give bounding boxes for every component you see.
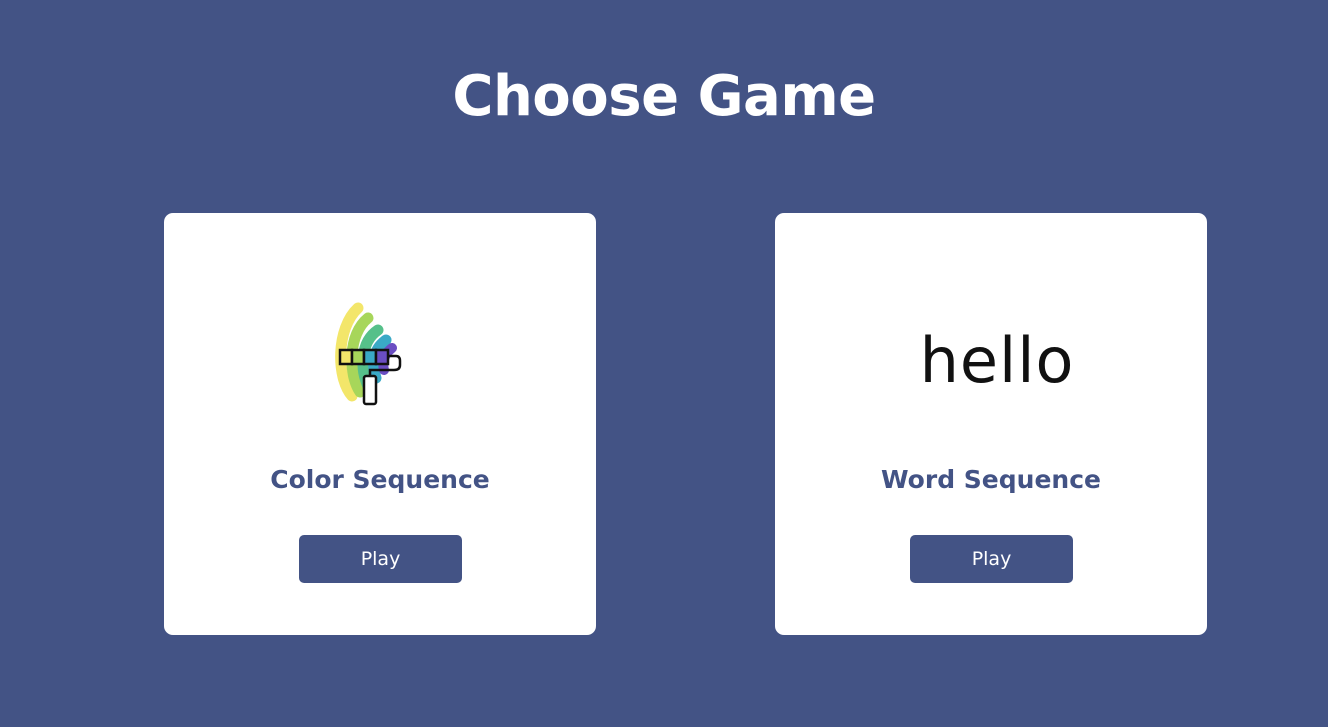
game-card-word-sequence: hello Word Sequence Play: [775, 213, 1207, 635]
hello-image-text: hello: [919, 323, 1075, 397]
game-title: Word Sequence: [881, 465, 1101, 494]
color-sequence-image: [164, 273, 596, 473]
game-title: Color Sequence: [270, 465, 490, 494]
play-color-sequence-button[interactable]: Play: [299, 535, 462, 583]
word-sequence-image: hello: [775, 273, 1207, 473]
page-title: Choose Game: [452, 64, 876, 129]
game-card-color-sequence: Color Sequence Play: [164, 213, 596, 635]
play-word-sequence-button[interactable]: Play: [910, 535, 1073, 583]
paint-roller-icon: [335, 302, 402, 406]
